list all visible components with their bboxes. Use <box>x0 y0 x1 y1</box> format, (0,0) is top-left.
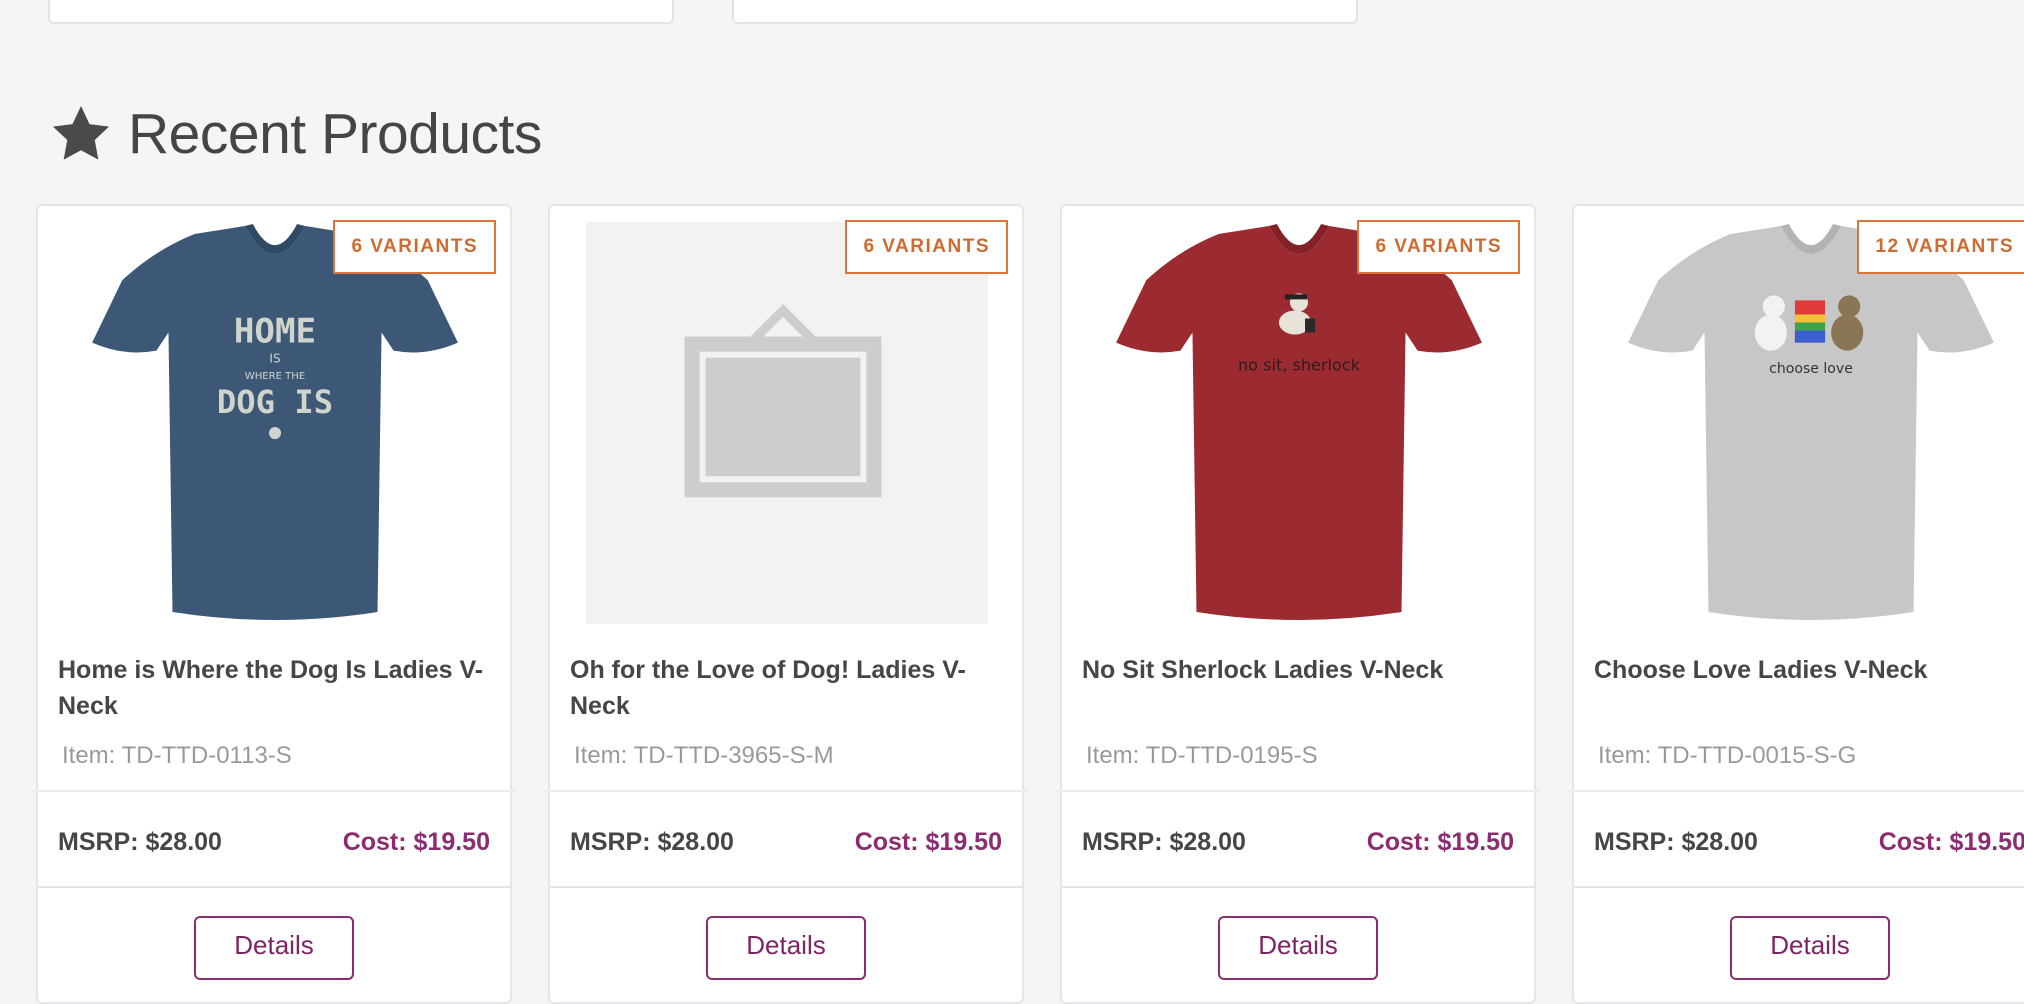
details-button[interactable]: Details <box>1730 916 1890 980</box>
product-title[interactable]: Home is Where the Dog Is Ladies V-Neck <box>58 652 490 724</box>
divider <box>1056 790 1540 792</box>
placeholder-icon <box>586 222 988 624</box>
divider <box>1062 886 1534 888</box>
variants-badge: 6 VARIANTS <box>1357 220 1520 274</box>
price-row: MSRP: $28.00 Cost: $19.50 <box>58 822 490 862</box>
cost-price: Cost: $19.50 <box>854 827 1002 856</box>
msrp-price: MSRP: $28.00 <box>58 827 222 856</box>
cost-price: Cost: $19.50 <box>1366 827 1514 856</box>
product-image[interactable]: choose love <box>1610 222 2012 624</box>
star-icon <box>52 105 110 160</box>
svg-text:HOME: HOME <box>234 312 316 352</box>
product-sku: Item: TD-TTD-0113-S <box>62 742 292 769</box>
product-sku: Item: TD-TTD-3965-S-M <box>574 742 834 769</box>
price-row: MSRP: $28.00 Cost: $19.50 <box>1082 822 1514 862</box>
svg-text:DOG IS: DOG IS <box>217 383 333 421</box>
variants-badge: 6 VARIANTS <box>333 220 496 274</box>
product-sku: Item: TD-TTD-0195-S <box>1086 742 1318 769</box>
tshirt-image: HOME IS WHERE THE DOG IS <box>92 224 458 620</box>
product-image[interactable] <box>586 222 988 624</box>
tshirt-image: choose love <box>1628 224 1994 620</box>
details-button[interactable]: Details <box>194 916 354 980</box>
divider <box>1568 790 2024 792</box>
cost-price: Cost: $19.50 <box>1878 827 2024 856</box>
price-row: MSRP: $28.00 Cost: $19.50 <box>570 822 1002 862</box>
product-title[interactable]: Choose Love Ladies V-Neck <box>1594 652 2024 688</box>
section-title: Recent Products <box>128 102 542 166</box>
product-title[interactable]: No Sit Sherlock Ladies V-Neck <box>1082 652 1514 688</box>
product-image[interactable]: no sit, sherlock <box>1098 222 1500 624</box>
details-button[interactable]: Details <box>706 916 866 980</box>
product-image[interactable]: HOME IS WHERE THE DOG IS <box>74 222 476 624</box>
divider <box>550 886 1022 888</box>
divider <box>544 790 1028 792</box>
product-title[interactable]: Oh for the Love of Dog! Ladies V-Neck <box>570 652 1002 724</box>
svg-text:choose love: choose love <box>1769 361 1853 377</box>
divider <box>1574 886 2024 888</box>
svg-text:IS: IS <box>269 352 280 366</box>
svg-text:WHERE THE: WHERE THE <box>245 371 305 382</box>
product-sku: Item: TD-TTD-0015-S-G <box>1598 742 1857 769</box>
product-card[interactable]: no sit, sherlock 6 VARIANTS No Sit Sherl… <box>1056 204 1540 1004</box>
msrp-price: MSRP: $28.00 <box>570 827 734 856</box>
msrp-price: MSRP: $28.00 <box>1594 827 1758 856</box>
tshirt-image: no sit, sherlock <box>1116 224 1482 620</box>
top-card-left <box>48 0 674 24</box>
price-row: MSRP: $28.00 Cost: $19.50 <box>1594 822 2024 862</box>
variants-badge: 12 VARIANTS <box>1857 220 2024 274</box>
svg-text:no sit, sherlock: no sit, sherlock <box>1238 356 1361 375</box>
product-card[interactable]: 6 VARIANTS Oh for the Love of Dog! Ladie… <box>544 204 1028 1004</box>
top-card-right <box>732 0 1358 24</box>
divider <box>32 790 516 792</box>
variants-badge: 6 VARIANTS <box>845 220 1008 274</box>
recent-products-heading: Recent Products <box>48 96 542 172</box>
cost-price: Cost: $19.50 <box>342 827 490 856</box>
product-card[interactable]: choose love 12 VARIANTS Choose Love Ladi… <box>1568 204 2024 1004</box>
divider <box>38 886 510 888</box>
product-card[interactable]: HOME IS WHERE THE DOG IS 6 VARIANTS Home… <box>32 204 516 1004</box>
details-button[interactable]: Details <box>1218 916 1378 980</box>
msrp-price: MSRP: $28.00 <box>1082 827 1246 856</box>
